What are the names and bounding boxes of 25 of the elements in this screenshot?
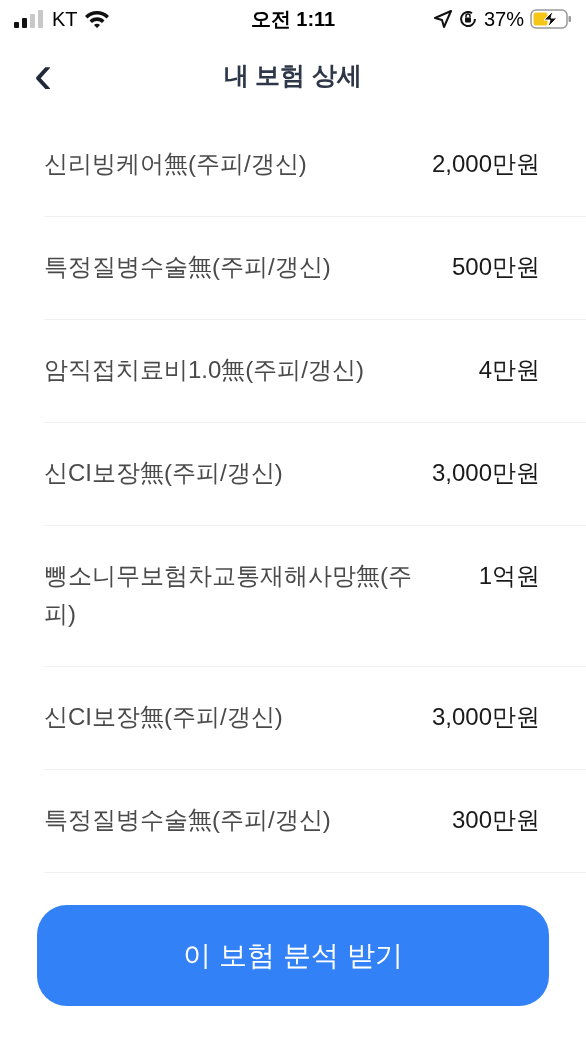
coverage-name: 신CI보장無(주피/갱신): [44, 458, 283, 488]
battery-percent: 37%: [483, 7, 524, 32]
location-arrow-icon: [433, 10, 452, 28]
coverage-amount: 2,000만원: [431, 149, 540, 179]
coverage-name: 뺑소니무보험차교통재해사망無(주피): [44, 561, 413, 629]
coverage-amount: 4만원: [478, 355, 540, 385]
page-title: 내 보험 상세: [223, 60, 363, 92]
rotation-lock-icon: [457, 9, 478, 29]
coverage-name: 특정질병수술無(주피/갱신): [44, 805, 331, 835]
coverage-amount: 1억원: [478, 561, 540, 591]
coverage-name: 암직접치료비1.0無(주피/갱신): [44, 355, 364, 385]
coverage-name: 특정질병수술無(주피/갱신): [44, 252, 331, 282]
signal-icon: [14, 10, 46, 28]
coverage-amount: 3,000만원: [431, 702, 540, 732]
coverage-name: 신CI보장無(주피/갱신): [44, 702, 283, 732]
analyze-insurance-button[interactable]: 이 보험 분석 받기: [37, 905, 549, 1006]
wifi-icon: [83, 9, 110, 29]
clock-time: 오전 1:11: [250, 7, 336, 32]
coverage-amount: 300만원: [451, 805, 540, 835]
battery-charging-icon: [530, 9, 572, 29]
coverage-amount: 3,000만원: [431, 458, 540, 488]
carrier-name: KT: [52, 7, 78, 32]
back-button[interactable]: ‹: [26, 48, 60, 104]
coverage-amount: 500만원: [451, 252, 540, 282]
coverage-name: 신리빙케어無(주피/갱신): [44, 149, 307, 179]
